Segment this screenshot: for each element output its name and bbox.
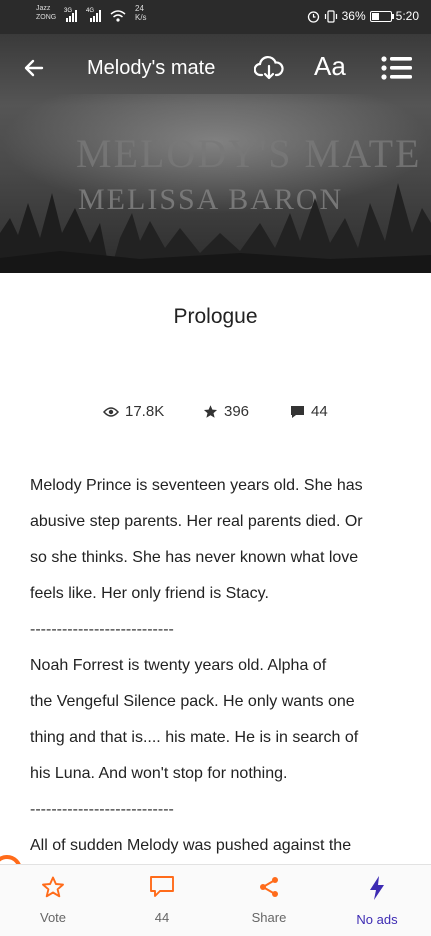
- separator-line: ---------------------------: [30, 801, 174, 818]
- story-line: his Luna. And won't stop for nothing.: [30, 765, 288, 782]
- bottom-action-bar: Vote 44 Share No ads: [0, 864, 431, 936]
- network-speed: 24 K/s: [135, 4, 147, 22]
- carrier-2: ZONG: [36, 14, 57, 21]
- story-line: feels like. Her only friend is Stacy.: [30, 585, 269, 602]
- votes-stat: 396: [203, 403, 249, 420]
- carrier-label: Jazz ZONG: [36, 4, 56, 22]
- signal-icon-2: [90, 10, 101, 22]
- comments-button[interactable]: 44: [117, 875, 207, 925]
- cover-header: MELODY'S MATE MELISSA BARON Melody's mat…: [0, 34, 431, 273]
- lightning-icon: [370, 876, 384, 900]
- vote-label: Vote: [39, 910, 67, 925]
- table-of-contents-icon[interactable]: [380, 55, 414, 81]
- signal-icon: [66, 10, 77, 22]
- book-title[interactable]: Melody's mate: [87, 57, 215, 80]
- reader-toolbar: Melody's mate Aa: [0, 48, 431, 88]
- vote-button[interactable]: Vote: [8, 875, 98, 925]
- clock: 5:20: [395, 9, 419, 23]
- battery-icon: [369, 10, 394, 22]
- download-icon[interactable]: [254, 54, 284, 82]
- views-count: 17.8K: [125, 403, 165, 420]
- carrier-1: Jazz: [36, 5, 51, 12]
- share-icon: [260, 877, 278, 897]
- no-ads-label: No ads: [356, 912, 398, 927]
- status-right: 36% 5:20: [307, 9, 419, 23]
- comment-outline-icon: [150, 876, 174, 897]
- separator-line: ---------------------------: [30, 621, 174, 638]
- font-settings-button[interactable]: Aa: [314, 51, 346, 82]
- wifi-icon: [110, 10, 126, 22]
- share-button[interactable]: Share: [224, 875, 314, 925]
- story-text: Melody Prince is seventeen years old. Sh…: [30, 468, 402, 864]
- story-line: Noah Forrest is twenty years old. Alpha …: [30, 657, 327, 674]
- story-line: the Vengeful Silence pack. He only wants…: [30, 693, 355, 710]
- status-bar: Jazz ZONG 3G 4G 24 K/s 36% 5:20: [0, 0, 431, 34]
- eye-icon: [103, 406, 119, 417]
- story-line: thing and that is.... his mate. He is in…: [30, 729, 359, 746]
- battery-percent: 36%: [341, 9, 366, 23]
- star-outline-icon: [42, 876, 64, 898]
- alarm-icon: [307, 10, 319, 23]
- votes-count: 396: [224, 403, 250, 420]
- comments-label: 44: [154, 910, 170, 925]
- chapter-stats: 17.8K 396 44: [0, 403, 431, 423]
- comment-icon: [291, 405, 304, 418]
- comments-stat: 44: [290, 403, 328, 420]
- vibrate-icon: [324, 9, 337, 23]
- star-icon: [203, 405, 218, 418]
- story-line: Melody Prince is seventeen years old. Sh…: [30, 477, 363, 494]
- forest-illustration: [0, 183, 431, 273]
- story-line: so she thinks. She has never known what …: [30, 549, 359, 566]
- chapter-title: Prologue: [173, 305, 258, 328]
- comments-count: 44: [311, 403, 328, 420]
- back-arrow-icon[interactable]: [20, 54, 48, 82]
- share-label: Share: [251, 910, 287, 925]
- no-ads-button[interactable]: No ads: [332, 875, 422, 927]
- views-stat: 17.8K: [103, 403, 164, 420]
- story-line: All of sudden Melody was pushed against …: [30, 837, 352, 854]
- story-line: abusive step parents. Her real parents d…: [30, 513, 363, 530]
